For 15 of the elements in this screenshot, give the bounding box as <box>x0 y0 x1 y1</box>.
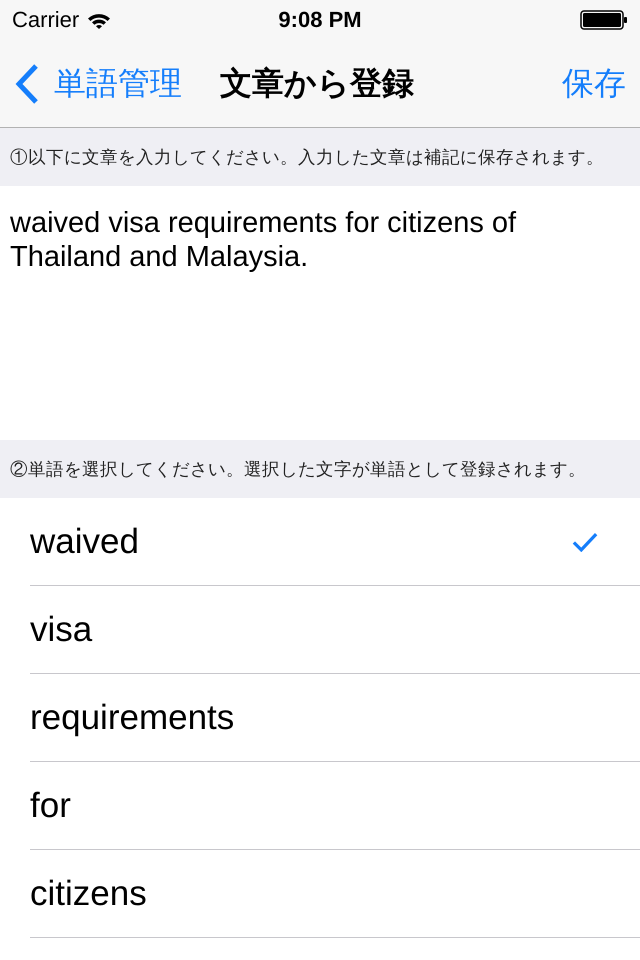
back-button[interactable]: 単語管理 <box>14 62 182 106</box>
screen-title: 文章から登録 <box>220 64 414 102</box>
section-header: ②単語を選択してください。選択した文字が単語として登録されます。 <box>0 440 640 498</box>
word-list-item[interactable]: for <box>30 762 640 850</box>
battery-icon <box>580 10 628 30</box>
word-list-item[interactable]: citizens <box>30 850 640 938</box>
section-header: ①以下に文章を入力してください。入力した文章は補記に保存されます。 <box>0 128 640 186</box>
carrier-name: Carrier <box>12 7 80 33</box>
save-button[interactable]: 保存 <box>562 62 626 106</box>
word-list-item[interactable]: waived <box>30 498 640 586</box>
chevron-left-icon <box>14 62 40 104</box>
status-time: 9:08 PM <box>278 7 362 33</box>
wifi-icon <box>87 12 112 28</box>
word-list-item[interactable]: requirements <box>30 674 640 762</box>
word-list-item[interactable]: visa <box>30 586 640 674</box>
